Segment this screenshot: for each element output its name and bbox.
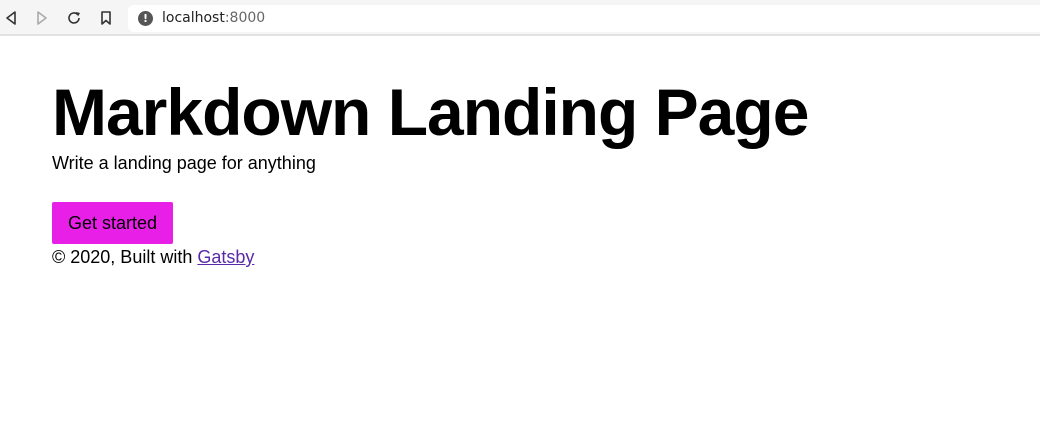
page-subtitle: Write a landing page for anything bbox=[52, 153, 316, 173]
footer-text: © 2020, Built with bbox=[52, 247, 198, 267]
url-port: :8000 bbox=[224, 10, 266, 26]
url-text[interactable]: localhost:8000 bbox=[162, 10, 265, 27]
get-started-button[interactable]: Get started bbox=[52, 202, 174, 244]
gatsby-link[interactable]: Gatsby bbox=[197, 247, 254, 267]
footer: © 2020, Built with Gatsby bbox=[52, 246, 254, 268]
address-bar[interactable]: ! localhost:8000 bbox=[128, 5, 1040, 32]
reload-icon[interactable] bbox=[63, 8, 85, 28]
browser-toolbar: ! localhost:8000 bbox=[0, 0, 1040, 36]
back-icon[interactable] bbox=[0, 8, 22, 28]
page-title: Markdown Landing Page bbox=[52, 75, 809, 149]
bookmark-icon[interactable] bbox=[95, 8, 117, 28]
url-host: localhost bbox=[162, 10, 225, 26]
forward-icon[interactable] bbox=[31, 8, 53, 28]
site-info-icon[interactable]: ! bbox=[138, 11, 153, 26]
